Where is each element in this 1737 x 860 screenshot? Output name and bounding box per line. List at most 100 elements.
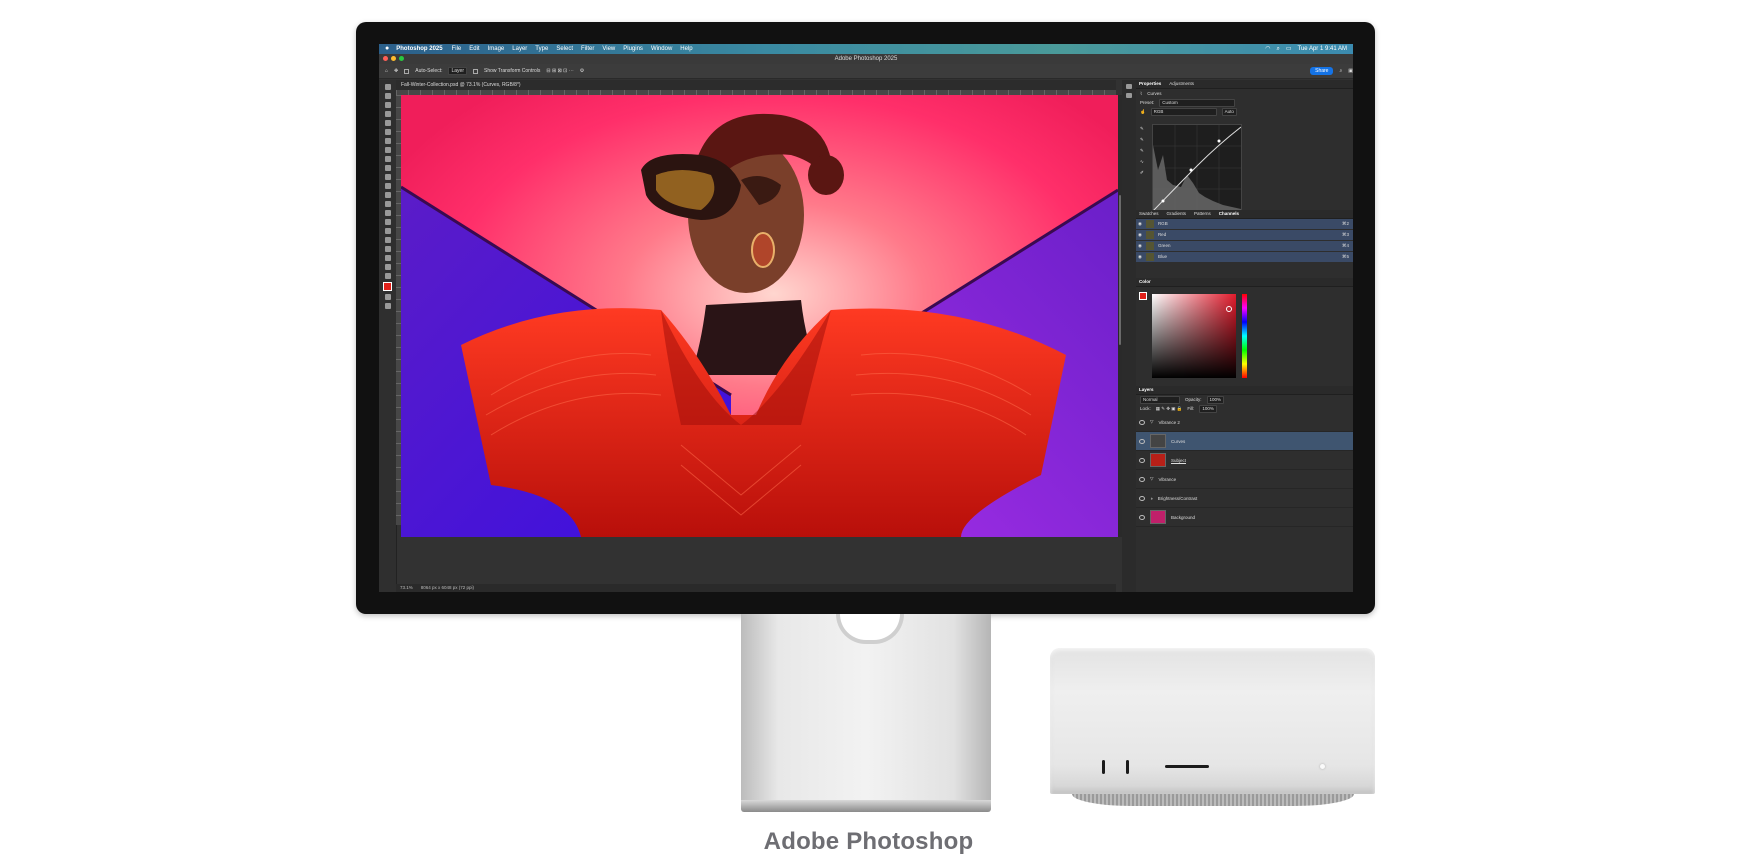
scroll-thumb[interactable] [1119,195,1121,345]
color-picker-handle[interactable] [1226,306,1232,312]
dodge-tool-icon[interactable] [384,210,391,216]
menu-edit[interactable]: Edit [465,44,483,54]
layer-row[interactable]: Subject [1136,451,1353,470]
foreground-color-swatch[interactable] [383,282,392,291]
history-brush-tool-icon[interactable] [384,174,391,180]
quick-mask-icon[interactable] [384,294,391,300]
document-tab[interactable]: Fall-Winter-Collection.psd @ 73.1% (Curv… [396,80,1116,90]
menu-help[interactable]: Help [676,44,696,54]
eye-icon[interactable] [1139,419,1145,425]
move-tool-icon[interactable]: ✥ [394,68,398,74]
comments-icon[interactable] [1126,93,1132,98]
screen-mode-icon[interactable] [384,303,391,309]
zoom-tool-icon[interactable] [384,264,391,270]
opacity-field[interactable]: 100% [1206,395,1225,404]
eye-icon[interactable]: ◉ [1138,219,1142,229]
align-icons[interactable]: ⊟ ⊞ ⊠ ⊡ ⋯ [546,68,573,74]
tab-patterns[interactable]: Patterns [1194,210,1211,218]
tab-swatches[interactable]: Swatches [1139,210,1159,218]
menu-filter[interactable]: Filter [577,44,598,54]
preset-select[interactable]: Custom [1159,98,1236,107]
fill-field[interactable]: 100% [1199,404,1217,413]
wifi-icon[interactable]: ◠ [1265,44,1270,54]
menu-file[interactable]: File [448,44,466,54]
eye-icon[interactable] [1139,438,1145,444]
apple-icon[interactable]: ● [379,44,394,54]
eye-icon[interactable]: ◉ [1138,230,1142,240]
menu-image[interactable]: Image [484,44,509,54]
marquee-tool-icon[interactable] [384,93,391,99]
healing-tool-icon[interactable] [384,147,391,153]
menu-select[interactable]: Select [552,44,577,54]
zoom-button[interactable] [399,56,404,61]
frame-tool-icon[interactable] [384,129,391,135]
shape-tool-icon[interactable] [384,246,391,252]
target-adjust-icon[interactable]: ☝ [1140,107,1146,116]
auto-select-target[interactable]: Layer [448,67,467,75]
tab-channels[interactable]: Channels [1219,210,1239,218]
layers-panel-title[interactable]: Layers [1139,386,1154,394]
eraser-tool-icon[interactable] [384,183,391,189]
search-icon[interactable]: ⌕ [1276,44,1279,54]
menu-view[interactable]: View [598,44,619,54]
crop-tool-icon[interactable] [384,120,391,126]
eye-icon[interactable] [1139,495,1145,501]
menu-layer[interactable]: Layer [508,44,531,54]
menu-type[interactable]: Type [531,44,552,54]
hand-tool-icon[interactable] [384,255,391,261]
layer-row[interactable]: ▽ Vibrance 2 [1136,413,1353,432]
search-icon[interactable]: ⌕ [1339,68,1342,74]
channel-row-rgb[interactable]: ◉ RGB ⌘2 [1136,219,1353,229]
document-canvas[interactable] [401,95,1118,537]
hue-slider[interactable] [1242,294,1247,378]
brush-tool-icon[interactable] [384,156,391,162]
workspace-icon[interactable]: ▣ [1348,68,1353,74]
pencil-icon[interactable]: ✐ [1140,170,1144,176]
type-tool-icon[interactable] [384,228,391,234]
eyedropper-tool-icon[interactable] [384,138,391,144]
menu-window[interactable]: Window [647,44,676,54]
curve-point-icon[interactable]: ∿ [1140,159,1144,165]
channel-row-blue[interactable]: ◉ Blue ⌘5 [1136,252,1353,262]
gradient-tool-icon[interactable] [384,192,391,198]
eyedropper-black-icon[interactable]: ✎ [1140,126,1144,132]
foreground-color-swatch[interactable] [1139,292,1147,300]
menu-app-name[interactable]: Photoshop 2025 [394,44,447,54]
pen-tool-icon[interactable] [384,219,391,225]
object-select-tool-icon[interactable] [384,111,391,117]
blur-tool-icon[interactable] [384,201,391,207]
move-tool-icon[interactable] [384,84,391,90]
history-icon[interactable] [1126,84,1132,89]
eye-icon[interactable]: ◉ [1138,241,1142,251]
auto-button[interactable]: Auto [1221,107,1237,116]
more-tools-icon[interactable] [384,273,391,279]
gear-icon[interactable]: ⚙ [580,68,584,74]
control-center-icon[interactable]: ▭ [1286,44,1292,54]
color-panel-title[interactable]: Color [1139,278,1151,286]
channel-row-green[interactable]: ◉ Green ⌘4 [1136,241,1353,251]
close-button[interactable] [383,56,388,61]
share-button[interactable]: Share [1310,67,1334,75]
eyedropper-gray-icon[interactable]: ✎ [1140,137,1144,143]
tab-gradients[interactable]: Gradients [1167,210,1187,218]
auto-select-checkbox[interactable] [404,68,410,74]
eye-icon[interactable]: ◉ [1138,252,1142,262]
layer-row-selected[interactable]: Curves [1136,432,1353,451]
layer-row[interactable]: ▽ Vibrance [1136,470,1353,489]
curves-graph[interactable] [1152,124,1242,212]
tab-properties[interactable]: Properties [1139,80,1161,88]
layer-row[interactable]: ◑ Brightness/Contrast [1136,489,1353,508]
lasso-tool-icon[interactable] [384,102,391,108]
transform-controls-checkbox[interactable] [473,68,478,74]
color-picker-field[interactable] [1152,294,1236,378]
channel-select[interactable]: RGB [1150,107,1217,116]
lock-icons[interactable]: ▦ ✎ ✥ ▣ 🔒 [1156,404,1183,413]
eye-icon[interactable] [1139,476,1145,482]
tab-adjustments[interactable]: Adjustments [1169,80,1194,88]
zoom-level[interactable]: 73.1% [400,584,413,592]
stamp-tool-icon[interactable] [384,165,391,171]
blend-mode-select[interactable]: Normal [1140,395,1180,404]
eyedropper-white-icon[interactable]: ✎ [1140,148,1144,154]
home-icon[interactable]: ⌂ [385,68,388,74]
eye-icon[interactable] [1139,514,1145,520]
